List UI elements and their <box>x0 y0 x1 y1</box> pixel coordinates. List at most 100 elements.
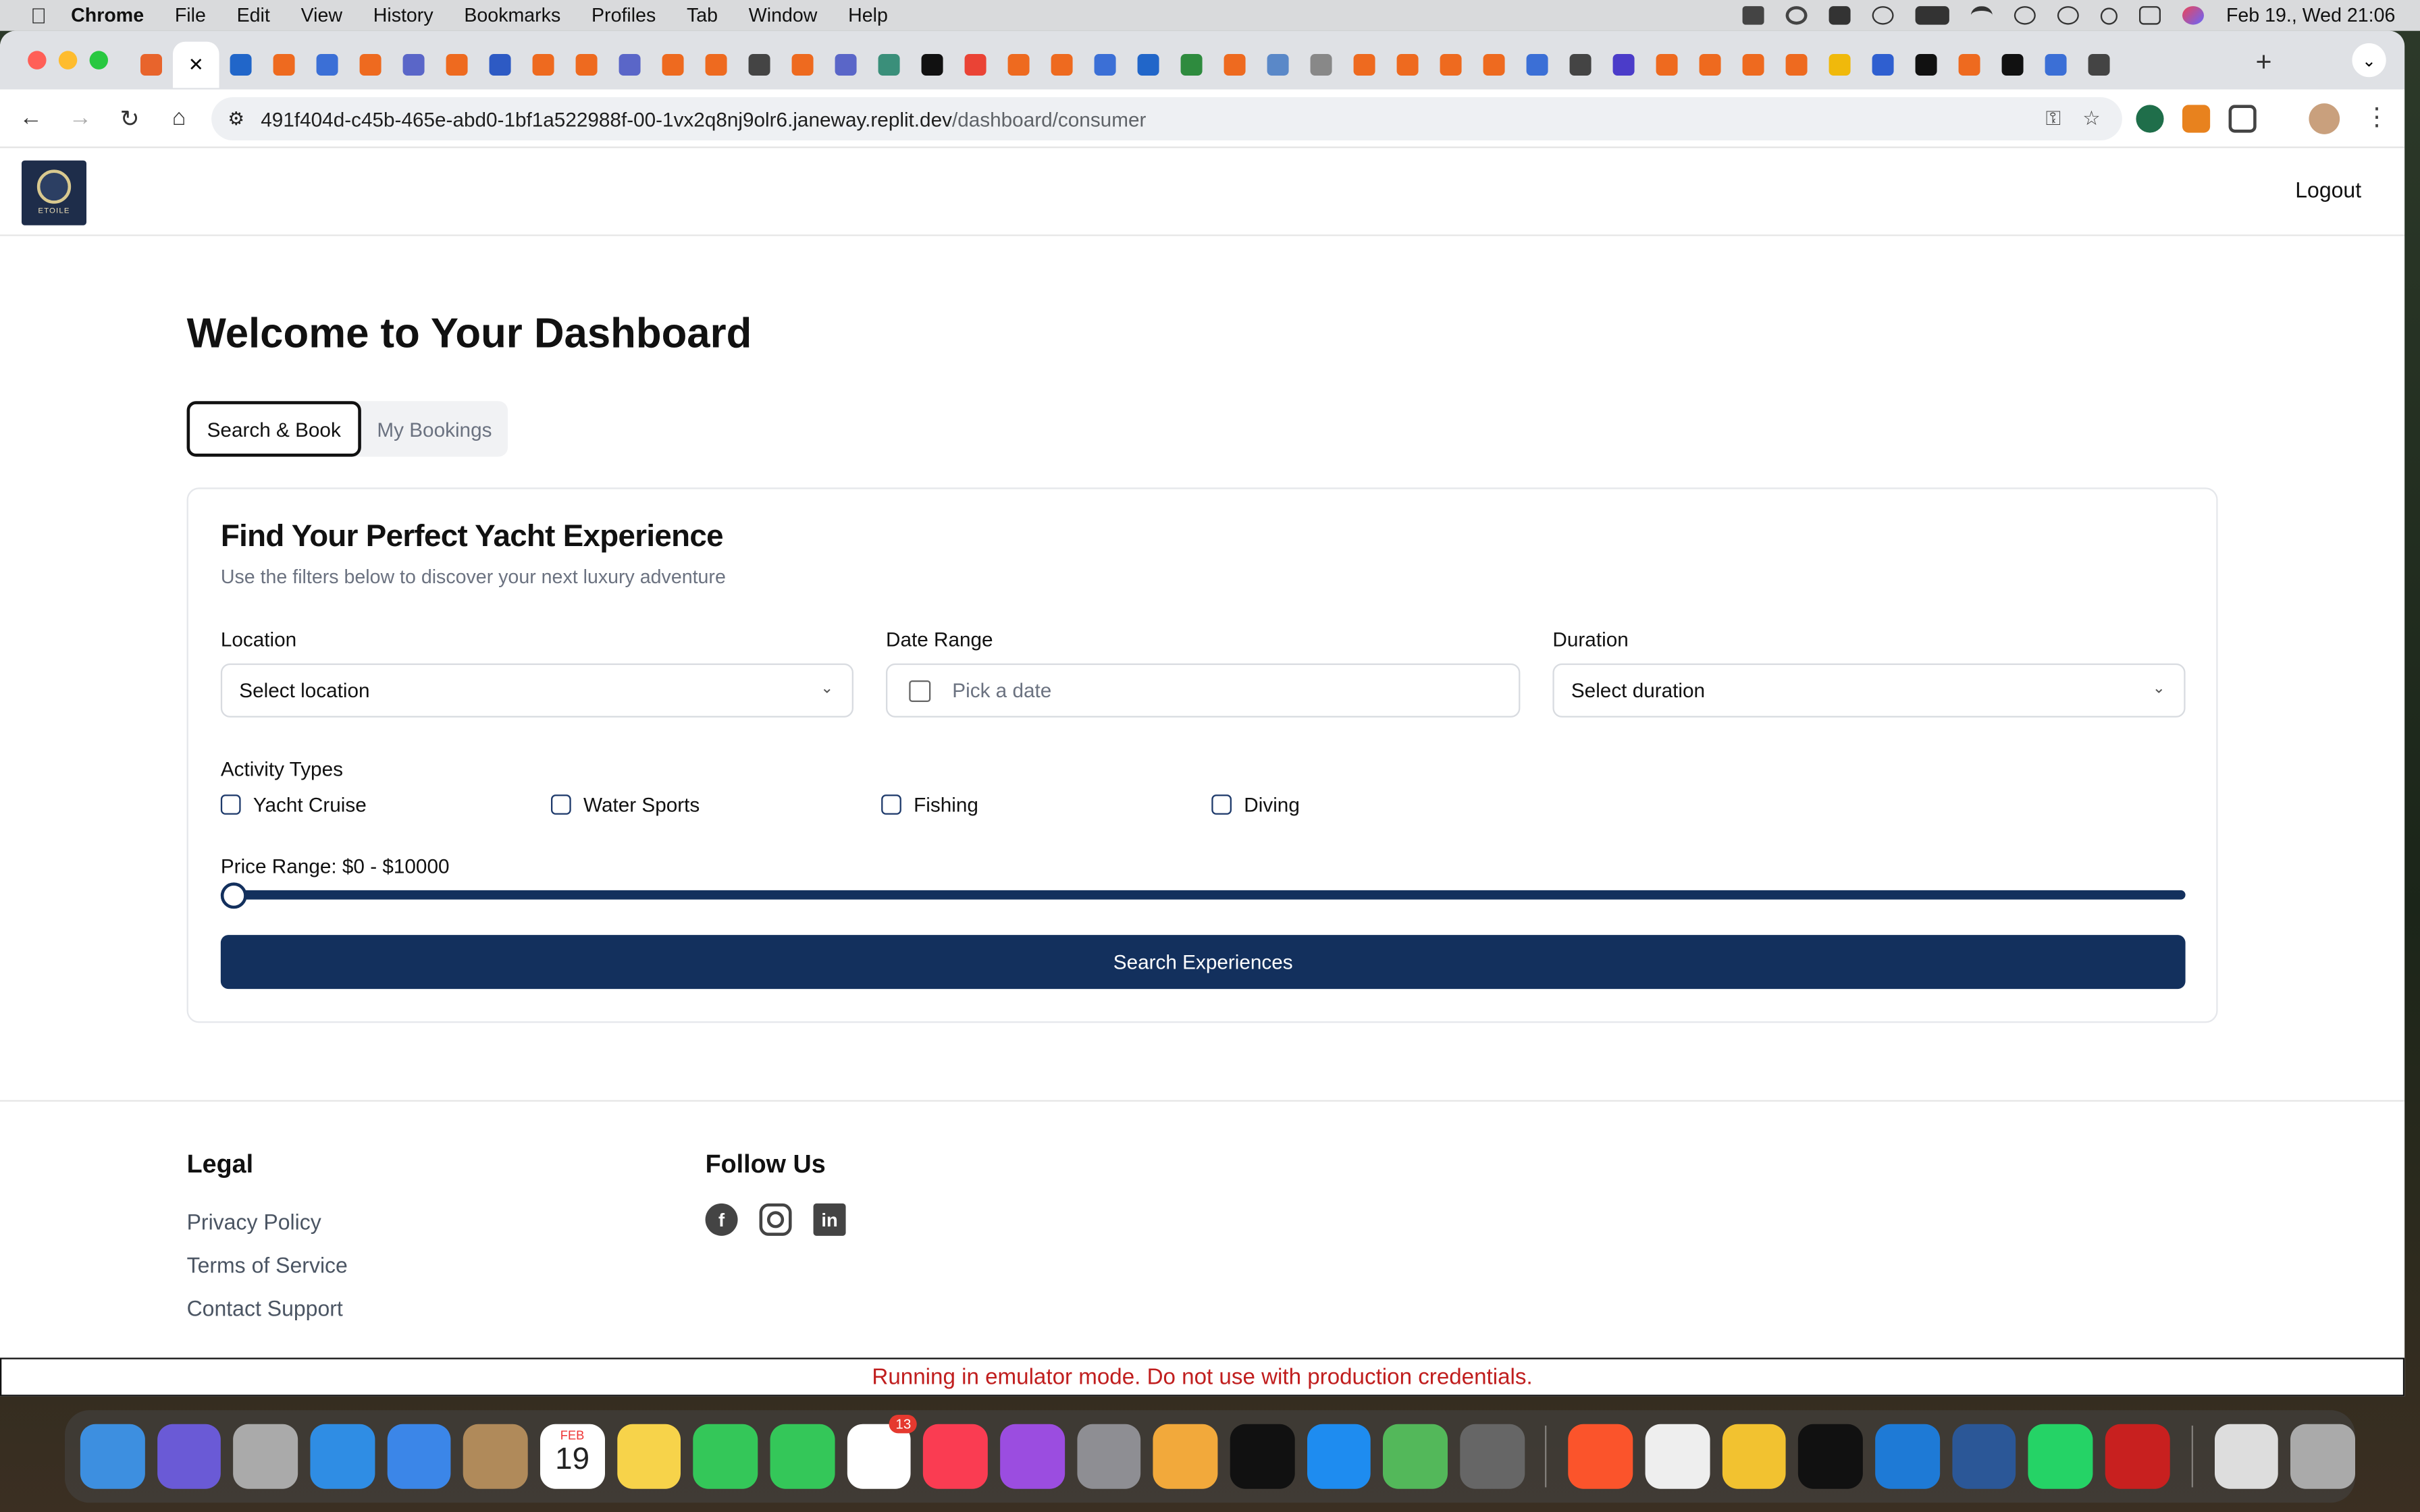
browser-tab[interactable] <box>1429 42 1473 88</box>
browser-tab[interactable] <box>479 42 522 88</box>
contacts-icon[interactable] <box>463 1424 528 1489</box>
home-icon[interactable]: ⌂ <box>155 105 204 131</box>
chrome-menu-icon[interactable]: ⋮ <box>2365 102 2390 133</box>
cloud-sync-icon[interactable] <box>1786 6 1808 25</box>
checkbox-box[interactable] <box>220 794 241 815</box>
browser-tab[interactable] <box>392 42 436 88</box>
maps-icon[interactable] <box>1383 1424 1448 1489</box>
browser-tab[interactable] <box>565 42 608 88</box>
browser-tab[interactable] <box>954 42 997 88</box>
facetime-icon[interactable] <box>693 1424 758 1489</box>
browser-tab[interactable] <box>2078 42 2121 88</box>
browser-tab[interactable] <box>911 42 954 88</box>
menu-file[interactable]: File <box>175 5 206 26</box>
browser-tab[interactable] <box>608 42 652 88</box>
activity-yacht-cruise-checkbox[interactable]: Yacht Cruise <box>220 793 367 816</box>
menu-history[interactable]: History <box>373 5 433 26</box>
time-machine-icon[interactable] <box>2057 6 2080 25</box>
browser-tab[interactable] <box>997 42 1041 88</box>
tab-my-bookings[interactable]: My Bookings <box>361 401 508 456</box>
browser-tab[interactable] <box>436 42 479 88</box>
browser-tab[interactable] <box>695 42 738 88</box>
minimize-window-icon[interactable] <box>58 51 78 70</box>
browser-tab[interactable] <box>1084 42 1127 88</box>
messages-icon[interactable] <box>770 1424 835 1489</box>
menu-view[interactable]: View <box>301 5 342 26</box>
instagram-icon[interactable] <box>759 1203 792 1236</box>
date-picker-button[interactable]: Pick a date <box>885 663 1521 718</box>
podcasts-icon[interactable] <box>999 1424 1065 1489</box>
location-select[interactable]: Select location ⌄ <box>220 663 853 718</box>
siri-icon[interactable] <box>2182 6 2205 25</box>
linkedin-icon[interactable]: in <box>813 1203 846 1236</box>
privacy-policy-link[interactable]: Privacy Policy <box>187 1210 321 1235</box>
extensions-puzzle-icon[interactable] <box>2228 105 2257 133</box>
browser-tab[interactable] <box>130 42 173 88</box>
word-icon[interactable] <box>1951 1424 2017 1489</box>
contact-support-link[interactable]: Contact Support <box>187 1296 343 1321</box>
new-tab-button[interactable]: + <box>2256 47 2272 79</box>
tab-search-and-book[interactable]: Search & Book <box>186 401 361 457</box>
brave-icon[interactable] <box>1569 1424 1633 1489</box>
spotlight-search-icon[interactable] <box>2101 7 2118 24</box>
browser-tab[interactable] <box>1386 42 1429 88</box>
extension-green-icon[interactable] <box>2136 105 2164 133</box>
site-info-icon[interactable]: ⚙ <box>223 107 248 132</box>
browser-tab[interactable] <box>1170 42 1213 88</box>
control-center-icon[interactable] <box>2139 6 2161 25</box>
browser-tab[interactable] <box>263 42 306 88</box>
facebook-icon[interactable]: f <box>705 1203 738 1236</box>
address-bar[interactable]: ⚙ 491f404d-c45b-465e-abd0-1bf1a522988f-0… <box>211 97 2122 140</box>
browser-tab[interactable] <box>1602 42 1646 88</box>
browser-tab[interactable] <box>349 42 392 88</box>
whatsapp-icon[interactable] <box>2028 1424 2093 1489</box>
bookmark-star-icon[interactable]: ☆ <box>2082 107 2101 132</box>
browser-tab[interactable] <box>1732 42 1775 88</box>
iphone-mirroring-icon[interactable] <box>1459 1424 1525 1489</box>
vscode-icon[interactable] <box>1875 1424 1940 1489</box>
password-key-icon[interactable]: ⚿ <box>2046 107 2061 132</box>
music-icon[interactable] <box>923 1424 988 1489</box>
reload-icon[interactable]: ↻ <box>105 104 154 132</box>
activity-water-sports-checkbox[interactable]: Water Sports <box>550 793 700 816</box>
play-icon[interactable] <box>1872 6 1895 25</box>
browser-tab[interactable] <box>738 42 781 88</box>
textedit-icon[interactable] <box>1645 1424 1710 1489</box>
browser-tab[interactable] <box>1213 42 1257 88</box>
browser-tab[interactable] <box>1646 42 1689 88</box>
browser-tab[interactable] <box>1257 42 1300 88</box>
safari-icon[interactable] <box>310 1424 375 1489</box>
siri-icon[interactable] <box>157 1424 221 1489</box>
close-window-icon[interactable] <box>28 51 47 70</box>
menu-tab[interactable]: Tab <box>687 5 718 26</box>
notes-icon[interactable] <box>616 1424 681 1489</box>
downloads-stack-icon[interactable] <box>2213 1424 2279 1489</box>
browser-tab[interactable] <box>652 42 695 88</box>
terms-of-service-link[interactable]: Terms of Service <box>187 1253 348 1278</box>
finder-icon[interactable] <box>80 1424 145 1489</box>
menubar-clock[interactable]: Feb 19., Wed 21:06 <box>2226 5 2395 26</box>
checkbox-box[interactable] <box>881 794 901 815</box>
app-store-icon[interactable] <box>1306 1424 1371 1489</box>
forward-arrow-icon[interactable]: → <box>55 105 105 131</box>
user-icon[interactable] <box>2014 6 2036 25</box>
browser-tab[interactable] <box>1041 42 1084 88</box>
profile-avatar[interactable] <box>2309 103 2340 134</box>
browser-tab[interactable] <box>1127 42 1170 88</box>
trash-icon[interactable] <box>2290 1424 2355 1489</box>
browser-tab[interactable] <box>1775 42 1818 88</box>
menu-window[interactable]: Window <box>749 5 818 26</box>
logout-button[interactable]: Logout <box>2295 178 2361 202</box>
browser-tab[interactable] <box>1343 42 1386 88</box>
browser-tab[interactable] <box>1559 42 1602 88</box>
browser-tab[interactable] <box>868 42 911 88</box>
system-settings-icon[interactable] <box>1076 1424 1141 1489</box>
activity-fishing-checkbox[interactable]: Fishing <box>881 793 978 816</box>
checkbox-box[interactable] <box>1211 794 1232 815</box>
browser-tab[interactable] <box>219 42 263 88</box>
close-tab-icon[interactable]: ✕ <box>188 54 204 76</box>
apple-icon[interactable]:  <box>28 3 49 28</box>
browser-tab[interactable] <box>522 42 565 88</box>
browser-tab-active[interactable]: ✕ <box>172 41 219 88</box>
browser-tab[interactable] <box>1991 42 2034 88</box>
